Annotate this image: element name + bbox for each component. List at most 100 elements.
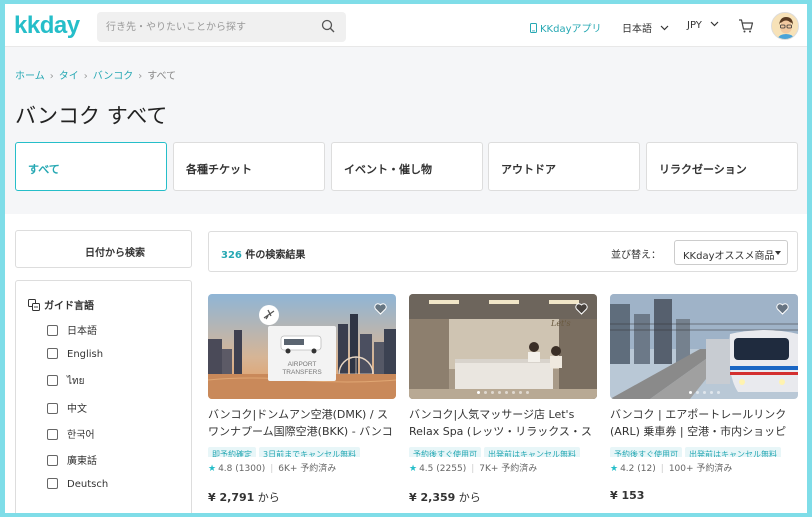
cart-icon[interactable] bbox=[738, 18, 754, 34]
checkbox[interactable] bbox=[47, 478, 58, 489]
language-option-german[interactable]: Deutsch bbox=[47, 478, 108, 490]
app-link-label: KKdayアプリ bbox=[540, 24, 602, 35]
product-tag: 即予約確定 bbox=[208, 447, 256, 457]
product-tag: 予約後すぐ使用可 bbox=[610, 447, 682, 457]
sort-select[interactable]: KKdayオススメ商品 bbox=[674, 240, 788, 265]
airport-badge-line1: AIRPORT bbox=[288, 361, 317, 368]
carousel-dot[interactable] bbox=[505, 391, 508, 394]
checkbox[interactable] bbox=[47, 348, 58, 359]
product-rating: ★ 4.8 (1300) | 6K+ 予約済み bbox=[208, 461, 396, 474]
language-option-cantonese[interactable]: 廣東話 bbox=[47, 452, 97, 467]
checkbox[interactable] bbox=[47, 429, 58, 440]
app-download-link[interactable]: KKdayアプリ bbox=[530, 20, 602, 35]
product-tags: 予約後すぐ使用可 出発前はキャンセル無料 bbox=[409, 442, 597, 457]
price-value: ¥ 2,359 bbox=[409, 491, 456, 504]
user-avatar-image bbox=[772, 13, 798, 39]
product-image[interactable] bbox=[610, 294, 798, 399]
product-tag: 出発前はキャンセル無料 bbox=[484, 447, 580, 457]
language-option-label: 日本語 bbox=[67, 326, 97, 337]
date-search-button[interactable]: 日付から検索 bbox=[15, 230, 192, 268]
product-title[interactable]: バンコク|ドンムアン空港(DMK) / スワンナプーム国際空港(BKK) - バ… bbox=[208, 406, 396, 440]
price-value: ¥ 153 bbox=[610, 489, 645, 502]
language-option-label: 한국어 bbox=[67, 430, 95, 441]
currency-selector[interactable]: JPY bbox=[687, 20, 719, 31]
review-count: (1300) bbox=[235, 464, 266, 474]
language-option-korean[interactable]: 한국어 bbox=[47, 426, 95, 441]
language-label: 日本語 bbox=[622, 24, 652, 35]
language-option-chinese[interactable]: 中文 bbox=[47, 400, 87, 415]
product-card[interactable]: バンコク | エアポートレールリンク (ARL) 乗車券 | 空港・市内ショッピ… bbox=[610, 294, 798, 513]
product-image[interactable]: AIRPORT TRANSFERS bbox=[208, 294, 396, 399]
price-suffix: から bbox=[257, 491, 280, 504]
currency-label: JPY bbox=[687, 20, 702, 31]
breadcrumb-city[interactable]: バンコク bbox=[93, 71, 134, 82]
result-count-number: 326 bbox=[221, 250, 242, 261]
carousel-dots bbox=[409, 389, 597, 394]
breadcrumb-current: すべて bbox=[147, 71, 177, 82]
breadcrumb-separator: › bbox=[83, 71, 88, 82]
search-icon[interactable] bbox=[321, 19, 335, 33]
chevron-down-icon bbox=[710, 21, 719, 27]
search-input[interactable] bbox=[97, 12, 346, 42]
product-image[interactable]: Let's bbox=[409, 294, 597, 399]
star-icon: ★ bbox=[208, 464, 217, 474]
carousel-dot[interactable] bbox=[512, 391, 515, 394]
category-tab-outdoor[interactable]: アウトドア bbox=[488, 142, 640, 191]
product-title[interactable]: バンコク|人気マッサージ店 Let's Relax Spa (レッツ・リラックス… bbox=[409, 406, 597, 440]
checkbox[interactable] bbox=[47, 375, 58, 386]
carousel-dot[interactable] bbox=[526, 391, 529, 394]
language-option-label: 中文 bbox=[67, 404, 87, 415]
carousel-dot[interactable] bbox=[519, 391, 522, 394]
price-value: ¥ 2,791 bbox=[208, 491, 255, 504]
rating-value: 4.2 bbox=[620, 464, 635, 474]
checkbox[interactable] bbox=[47, 403, 58, 414]
carousel-dot[interactable] bbox=[695, 391, 699, 394]
carousel-dot[interactable] bbox=[688, 391, 692, 394]
carousel-dot[interactable] bbox=[477, 391, 480, 394]
breadcrumb: ホーム › タイ › バンコク › すべて bbox=[15, 67, 176, 82]
category-tab-all[interactable]: すべて bbox=[15, 142, 167, 191]
carousel-dot[interactable] bbox=[498, 391, 501, 394]
results-bar: 326 件の検索結果 並び替え： KKdayオススメ商品 bbox=[208, 231, 798, 272]
product-price: ¥ 2,359 から bbox=[409, 489, 597, 505]
heart-icon[interactable] bbox=[575, 303, 588, 315]
product-rating: ★ 4.2 (12) | 100+ 予約済み bbox=[610, 461, 798, 474]
phone-icon bbox=[530, 23, 537, 33]
sort-label: 並び替え： bbox=[611, 250, 661, 261]
product-card[interactable]: AIRPORT TRANSFERS バンコク|ドンムアン空港(DMK) / スワ… bbox=[208, 294, 396, 513]
carousel-dot[interactable] bbox=[702, 391, 706, 394]
chevron-down-icon bbox=[660, 25, 669, 31]
user-avatar[interactable] bbox=[771, 12, 799, 40]
guide-language-title: ガイド言語 bbox=[28, 297, 94, 312]
product-title[interactable]: バンコク | エアポートレールリンク (ARL) 乗車券 | 空港・市内ショッピ… bbox=[610, 406, 798, 440]
language-option-thai[interactable]: ไทย bbox=[47, 374, 84, 389]
booked-count: 6K+ 予約済み bbox=[278, 464, 337, 474]
language-option-english[interactable]: English bbox=[47, 348, 103, 360]
calendar-icon bbox=[25, 240, 43, 258]
heart-icon[interactable] bbox=[776, 303, 789, 315]
breadcrumb-home[interactable]: ホーム bbox=[15, 71, 45, 82]
checkbox[interactable] bbox=[47, 455, 58, 466]
category-tab-events[interactable]: イベント・催し物 bbox=[331, 142, 483, 191]
carousel-dot[interactable] bbox=[491, 391, 494, 394]
translate-icon bbox=[28, 299, 40, 311]
category-tab-relaxation[interactable]: リラクゼーション bbox=[646, 142, 798, 191]
carousel-dot[interactable] bbox=[716, 391, 720, 394]
breadcrumb-country[interactable]: タイ bbox=[59, 71, 79, 82]
star-icon: ★ bbox=[409, 464, 418, 474]
product-price: ¥ 2,791 から bbox=[208, 489, 396, 505]
language-option-japanese[interactable]: 日本語 bbox=[47, 322, 97, 337]
carousel-dot[interactable] bbox=[709, 391, 713, 394]
guide-language-filter: ガイド言語 日本語 English ไทย 中文 한국어 廣東話 Deutsch bbox=[15, 280, 192, 513]
airport-rail-link-image bbox=[610, 294, 798, 399]
category-tab-tickets[interactable]: 各種チケット bbox=[173, 142, 325, 191]
kkday-logo[interactable]: kkday bbox=[14, 12, 80, 40]
checkbox[interactable] bbox=[47, 325, 58, 336]
carousel-dot[interactable] bbox=[484, 391, 487, 394]
carousel-dots bbox=[610, 389, 798, 394]
review-count: (12) bbox=[637, 464, 656, 474]
language-selector[interactable]: 日本語 bbox=[622, 20, 669, 35]
product-card[interactable]: Let's バンコク|人気マッサージ店 Let's Relax Spa (レッツ… bbox=[409, 294, 597, 513]
heart-icon[interactable] bbox=[374, 303, 387, 315]
caret-down-icon bbox=[775, 251, 781, 255]
